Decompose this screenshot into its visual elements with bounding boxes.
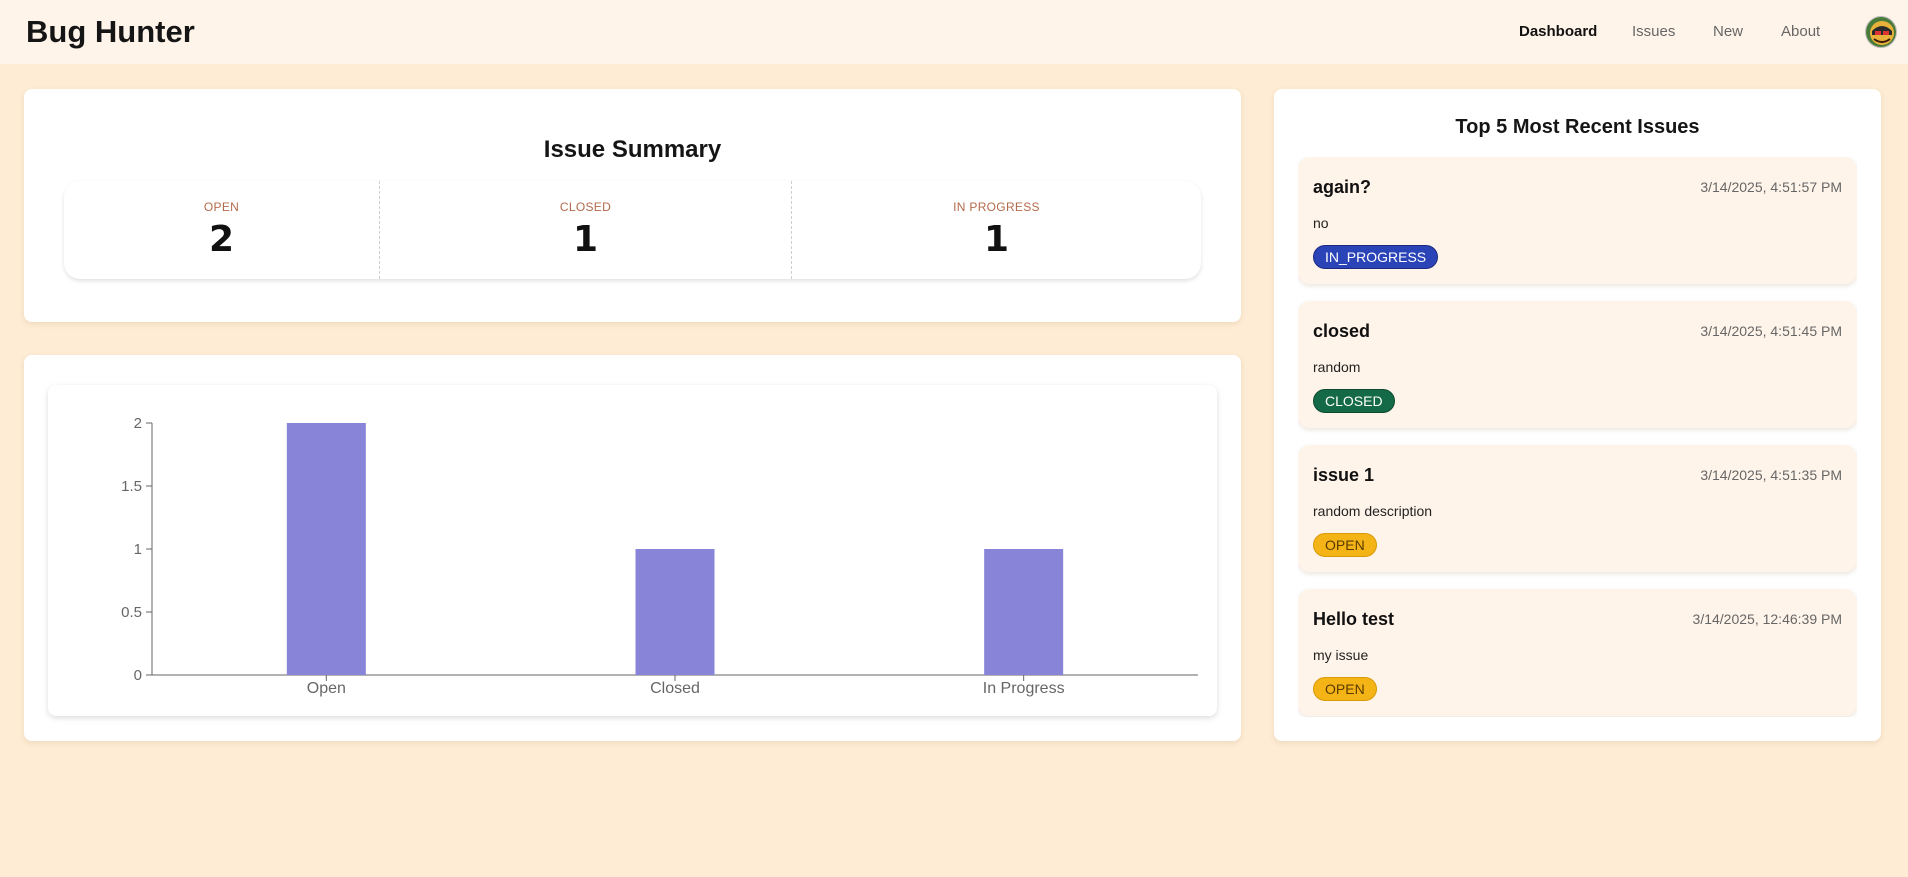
y-tick-label: 1.5 [121, 478, 142, 495]
stat-in-progress-value: 1 [983, 219, 1010, 260]
summary-title: Issue Summary [543, 136, 722, 163]
stat-open: OPEN 2 [64, 181, 379, 279]
main-nav: Dashboard Issues New About [0, 0, 1908, 64]
issue-card[interactable]: Hello test 3/14/2025, 12:46:39 PM my iss… [1298, 589, 1857, 716]
stat-in-progress: IN PROGRESS 1 [791, 181, 1201, 279]
nav-new[interactable]: New [1713, 23, 1743, 40]
issue-title: closed [1313, 321, 1371, 341]
status-chart-card: 0 0.5 1 1.5 2 Open Closed In Progress [24, 355, 1241, 741]
stat-closed-label: CLOSED [559, 200, 612, 214]
bar-open [286, 423, 366, 675]
issue-card[interactable]: again? 3/14/2025, 4:51:57 PM no IN_PROGR… [1298, 157, 1857, 284]
issue-card[interactable]: closed 3/14/2025, 4:51:45 PM random CLOS… [1298, 301, 1857, 428]
status-badge: OPEN [1313, 533, 1377, 557]
y-tick-label: 0.5 [121, 604, 142, 621]
recent-issues-title: Top 5 Most Recent Issues [1455, 116, 1700, 138]
issue-summary-card: Issue Summary OPEN 2 CLOSED 1 IN PROGRES… [24, 89, 1241, 322]
nav-issues[interactable]: Issues [1632, 23, 1675, 40]
issue-card[interactable]: issue 1 3/14/2025, 4:51:35 PM random des… [1298, 445, 1857, 572]
x-tick-label: In Progress [983, 680, 1065, 697]
stat-closed: CLOSED 1 [379, 181, 791, 279]
issue-description: no [1313, 215, 1329, 231]
bar-in-progress [984, 549, 1064, 675]
issue-date: 3/14/2025, 12:46:39 PM [1692, 611, 1842, 627]
stat-open-label: OPEN [203, 200, 240, 214]
bar-closed [635, 549, 715, 675]
top-navbar: Bug Hunter Dashboard Issues New About [0, 0, 1908, 64]
status-badge: CLOSED [1313, 389, 1395, 413]
nav-about[interactable]: About [1781, 23, 1820, 40]
issue-title: Hello test [1313, 609, 1395, 629]
issue-date: 3/14/2025, 4:51:35 PM [1700, 467, 1842, 483]
issue-date: 3/14/2025, 4:51:57 PM [1700, 179, 1842, 195]
recent-issues-list: again? 3/14/2025, 4:51:57 PM no IN_PROGR… [1298, 157, 1857, 717]
user-avatar[interactable] [1865, 16, 1897, 48]
y-tick-label: 1 [134, 541, 142, 558]
x-tick-label: Open [307, 680, 346, 697]
stat-in-progress-label: IN PROGRESS [953, 200, 1040, 214]
bar-chart-svg: 0 0.5 1 1.5 2 Open Closed In Progress [121, 415, 1198, 697]
status-badge: OPEN [1313, 677, 1377, 701]
status-badge: IN_PROGRESS [1313, 245, 1439, 269]
issue-title: issue 1 [1313, 465, 1375, 485]
y-tick-label: 0 [134, 667, 142, 684]
issue-description: random [1313, 359, 1361, 375]
issue-date: 3/14/2025, 4:51:45 PM [1700, 323, 1842, 339]
stat-open-value: 2 [208, 219, 235, 260]
summary-stats: OPEN 2 CLOSED 1 IN PROGRESS 1 [64, 181, 1201, 279]
y-tick-label: 2 [134, 415, 142, 432]
stat-closed-value: 1 [572, 219, 599, 260]
recent-issues-card: Top 5 Most Recent Issues again? 3/14/202… [1274, 89, 1881, 741]
x-tick-label: Closed [650, 680, 700, 697]
issue-title: again? [1313, 177, 1372, 197]
nav-dashboard[interactable]: Dashboard [1519, 23, 1597, 40]
issue-description: random description [1313, 503, 1433, 519]
bar-chart: 0 0.5 1 1.5 2 Open Closed In Progress [48, 385, 1217, 716]
issue-description: my issue [1313, 647, 1369, 663]
